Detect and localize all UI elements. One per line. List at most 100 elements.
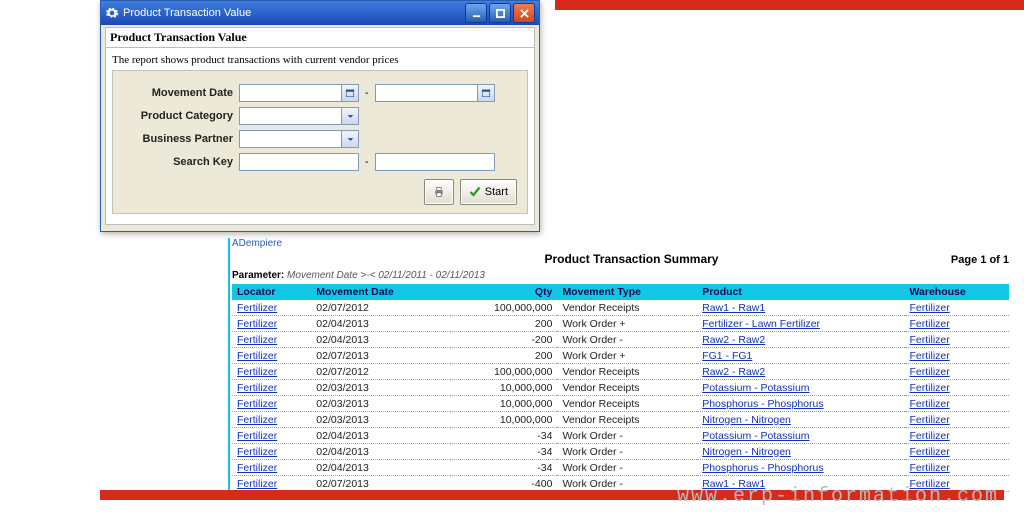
- cell-type: Vendor Receipts: [557, 380, 697, 396]
- cell-qty: 200: [450, 316, 558, 332]
- gear-icon: [105, 6, 119, 20]
- cell-type: Work Order -: [557, 444, 697, 460]
- warehouse-link[interactable]: Fertilizer: [910, 414, 950, 426]
- cell-date: 02/04/2013: [311, 460, 449, 476]
- product-link[interactable]: Raw2 - Raw2: [702, 366, 765, 378]
- cell-qty: 10,000,000: [450, 396, 558, 412]
- locator-link[interactable]: Fertilizer: [237, 350, 277, 362]
- product-link[interactable]: Raw2 - Raw2: [702, 334, 765, 346]
- warehouse-link[interactable]: Fertilizer: [910, 334, 950, 346]
- minimize-button[interactable]: [465, 3, 487, 23]
- cell-qty: 100,000,000: [450, 364, 558, 380]
- check-icon: [469, 186, 481, 198]
- titlebar[interactable]: Product Transaction Value: [101, 1, 539, 25]
- cell-date: 02/03/2013: [311, 380, 449, 396]
- warehouse-link[interactable]: Fertilizer: [910, 462, 950, 474]
- locator-link[interactable]: Fertilizer: [237, 398, 277, 410]
- chevron-down-icon[interactable]: [341, 131, 358, 147]
- cell-type: Vendor Receipts: [557, 412, 697, 428]
- cell-date: 02/04/2013: [311, 428, 449, 444]
- product-link[interactable]: Raw1 - Raw1: [702, 302, 765, 314]
- dialog-description: The report shows product transactions wi…: [112, 54, 528, 66]
- cell-qty: 200: [450, 348, 558, 364]
- product-category-select[interactable]: [239, 107, 359, 125]
- start-button[interactable]: Start: [460, 179, 517, 205]
- watermark: www.erp-information.com: [677, 485, 999, 508]
- cell-qty: 10,000,000: [450, 412, 558, 428]
- warehouse-link[interactable]: Fertilizer: [910, 382, 950, 394]
- cell-qty: -34: [450, 460, 558, 476]
- cell-type: Work Order -: [557, 428, 697, 444]
- accent-bar-top: [555, 0, 1024, 10]
- table-row: Fertilizer 02/04/2013-34Work Order - Nitro…: [232, 444, 1009, 460]
- calendar-icon[interactable]: [477, 85, 494, 101]
- warehouse-link[interactable]: Fertilizer: [910, 366, 950, 378]
- print-button[interactable]: [424, 179, 454, 205]
- locator-link[interactable]: Fertilizer: [237, 366, 277, 378]
- cell-qty: 10,000,000: [450, 380, 558, 396]
- cell-qty: -34: [450, 444, 558, 460]
- warehouse-link[interactable]: Fertilizer: [910, 398, 950, 410]
- table-row: Fertilizer 02/04/2013-34Work Order - Phosp…: [232, 460, 1009, 476]
- search-key-from-input[interactable]: [239, 153, 359, 171]
- chevron-down-icon[interactable]: [341, 108, 358, 124]
- movement-date-to-input[interactable]: [375, 84, 495, 102]
- warehouse-link[interactable]: Fertilizer: [910, 302, 950, 314]
- locator-link[interactable]: Fertilizer: [237, 302, 277, 314]
- cell-date: 02/04/2013: [311, 332, 449, 348]
- product-link[interactable]: Phosphorus - Phosphorus: [702, 398, 823, 410]
- range-dash: -: [365, 87, 369, 99]
- warehouse-link[interactable]: Fertilizer: [910, 446, 950, 458]
- locator-link[interactable]: Fertilizer: [237, 430, 277, 442]
- product-link[interactable]: Fertilizer - Lawn Fertilizer: [702, 318, 820, 330]
- table-row: Fertilizer02/07/2013200Work Order +FG1 -…: [232, 348, 1009, 364]
- table-row: Fertilizer 02/04/2013-34Work Order - Potas…: [232, 428, 1009, 444]
- label-product-category: Product Category: [123, 110, 233, 122]
- table-row: Fertilizer 02/03/201310,000,000Vendor Rec…: [232, 380, 1009, 396]
- dialog-title: Product Transaction Value: [105, 27, 535, 48]
- report-panel: ADempiere Product Transaction Summary Pa…: [232, 238, 1009, 492]
- business-partner-select[interactable]: [239, 130, 359, 148]
- calendar-icon[interactable]: [341, 85, 358, 101]
- label-movement-date: Movement Date: [123, 87, 233, 99]
- product-link[interactable]: Potassium - Potassium: [702, 430, 809, 442]
- table-row: Fertilizer02/07/2012100,000,000Vendor Re…: [232, 300, 1009, 316]
- warehouse-link[interactable]: Fertilizer: [910, 350, 950, 362]
- warehouse-link[interactable]: Fertilizer: [910, 430, 950, 442]
- product-link[interactable]: FG1 - FG1: [702, 350, 752, 362]
- print-icon: [433, 186, 445, 198]
- warehouse-link[interactable]: Fertilizer: [910, 318, 950, 330]
- locator-link[interactable]: Fertilizer: [237, 446, 277, 458]
- locator-link[interactable]: Fertilizer: [237, 478, 277, 490]
- locator-link[interactable]: Fertilizer: [237, 462, 277, 474]
- app-name: ADempiere: [232, 238, 1009, 249]
- col-qty: Qty: [450, 284, 558, 300]
- cell-type: Vendor Receipts: [557, 300, 697, 316]
- movement-date-from-input[interactable]: [239, 84, 359, 102]
- close-button[interactable]: [513, 3, 535, 23]
- product-link[interactable]: Phosphorus - Phosphorus: [702, 462, 823, 474]
- col-product: Product: [697, 284, 904, 300]
- cell-date: 02/03/2013: [311, 412, 449, 428]
- start-button-label: Start: [485, 186, 508, 198]
- label-search-key: Search Key: [123, 156, 233, 168]
- cell-type: Work Order +: [557, 316, 697, 332]
- locator-link[interactable]: Fertilizer: [237, 414, 277, 426]
- report-title: Product Transaction Summary: [312, 252, 951, 266]
- search-key-to-input[interactable]: [375, 153, 495, 171]
- col-warehouse: Warehouse: [905, 284, 1010, 300]
- cell-date: 02/04/2013: [311, 444, 449, 460]
- table-row: Fertilizer02/07/2012100,000,000Vendor Re…: [232, 364, 1009, 380]
- cell-type: Work Order -: [557, 460, 697, 476]
- locator-link[interactable]: Fertilizer: [237, 382, 277, 394]
- cell-qty: 100,000,000: [450, 300, 558, 316]
- locator-link[interactable]: Fertilizer: [237, 334, 277, 346]
- locator-link[interactable]: Fertilizer: [237, 318, 277, 330]
- cell-qty: -34: [450, 428, 558, 444]
- product-link[interactable]: Nitrogen - Nitrogen: [702, 446, 791, 458]
- maximize-button[interactable]: [489, 3, 511, 23]
- cell-type: Vendor Receipts: [557, 396, 697, 412]
- product-link[interactable]: Nitrogen - Nitrogen: [702, 414, 791, 426]
- product-link[interactable]: Potassium - Potassium: [702, 382, 809, 394]
- cell-date: 02/04/2013: [311, 316, 449, 332]
